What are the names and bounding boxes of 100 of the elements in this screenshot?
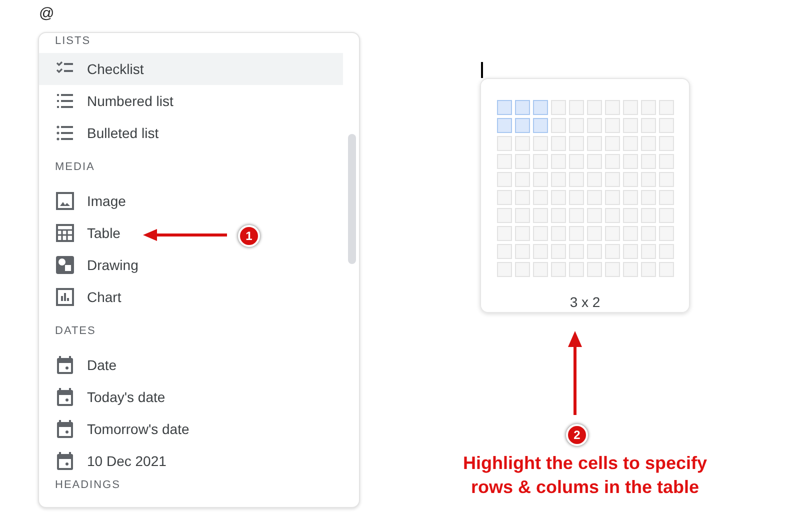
grid-cell[interactable] <box>622 100 638 115</box>
grid-cell[interactable] <box>514 100 530 115</box>
grid-cell[interactable] <box>586 100 602 115</box>
grid-cell[interactable] <box>622 136 638 151</box>
grid-cell[interactable] <box>604 136 620 151</box>
grid-cell[interactable] <box>604 100 620 115</box>
grid-cell[interactable] <box>658 154 674 169</box>
grid-cell[interactable] <box>658 226 674 241</box>
grid-cell[interactable] <box>658 244 674 259</box>
grid-cell[interactable] <box>640 136 656 151</box>
grid-cell[interactable] <box>604 208 620 223</box>
grid-cell[interactable] <box>514 154 530 169</box>
grid-cell[interactable] <box>532 262 548 277</box>
grid-cell[interactable] <box>586 262 602 277</box>
menu-item[interactable]: Image <box>39 185 142 217</box>
grid-cell[interactable] <box>658 208 674 223</box>
grid-cell[interactable] <box>550 226 566 241</box>
grid-cell[interactable] <box>622 244 638 259</box>
grid-cell[interactable] <box>604 118 620 133</box>
grid-cell[interactable] <box>640 244 656 259</box>
grid-cell[interactable] <box>496 118 512 133</box>
grid-cell[interactable] <box>568 136 584 151</box>
grid-cell[interactable] <box>622 118 638 133</box>
grid-cell[interactable] <box>568 118 584 133</box>
grid-cell[interactable] <box>496 226 512 241</box>
grid-cell[interactable] <box>532 244 548 259</box>
grid-cell[interactable] <box>568 208 584 223</box>
grid-cell[interactable] <box>532 136 548 151</box>
grid-cell[interactable] <box>496 100 512 115</box>
grid-cell[interactable] <box>640 100 656 115</box>
grid-cell[interactable] <box>568 172 584 187</box>
menu-item[interactable]: Tomorrow's date <box>39 413 206 445</box>
grid-cell[interactable] <box>496 136 512 151</box>
grid-cell[interactable] <box>568 100 584 115</box>
grid-cell[interactable] <box>550 262 566 277</box>
grid-cell[interactable] <box>550 208 566 223</box>
grid-cell[interactable] <box>604 244 620 259</box>
grid-cell[interactable] <box>604 172 620 187</box>
grid-cell[interactable] <box>622 208 638 223</box>
grid-cell[interactable] <box>514 208 530 223</box>
grid-cell[interactable] <box>550 244 566 259</box>
grid-cell[interactable] <box>622 226 638 241</box>
grid-cell[interactable] <box>622 262 638 277</box>
grid-cell[interactable] <box>550 118 566 133</box>
grid-cell[interactable] <box>496 262 512 277</box>
grid-cell[interactable] <box>586 172 602 187</box>
grid-cell[interactable] <box>640 190 656 205</box>
grid-cell[interactable] <box>532 172 548 187</box>
menu-item[interactable]: Bulleted list <box>39 117 175 149</box>
grid-cell[interactable] <box>586 190 602 205</box>
menu-item[interactable]: Table <box>39 217 136 249</box>
grid-cell[interactable] <box>496 244 512 259</box>
grid-cell[interactable] <box>568 154 584 169</box>
grid-cell[interactable] <box>658 118 674 133</box>
grid-cell[interactable] <box>532 208 548 223</box>
grid-cell[interactable] <box>604 190 620 205</box>
grid-cell[interactable] <box>640 172 656 187</box>
grid-cell[interactable] <box>658 262 674 277</box>
grid-cell[interactable] <box>586 118 602 133</box>
grid-cell[interactable] <box>496 154 512 169</box>
grid-cell[interactable] <box>604 262 620 277</box>
grid-cell[interactable] <box>514 244 530 259</box>
grid-cell[interactable] <box>586 154 602 169</box>
grid-cell[interactable] <box>550 172 566 187</box>
grid-cell[interactable] <box>532 190 548 205</box>
grid-cell[interactable] <box>586 244 602 259</box>
grid-cell[interactable] <box>640 154 656 169</box>
grid-cell[interactable] <box>514 136 530 151</box>
grid-cell[interactable] <box>550 100 566 115</box>
grid-cell[interactable] <box>658 136 674 151</box>
menu-item[interactable]: Checklist <box>39 53 343 85</box>
scrollbar-thumb[interactable] <box>348 134 356 264</box>
grid-cell[interactable] <box>568 262 584 277</box>
grid-cell[interactable] <box>550 136 566 151</box>
grid-cell[interactable] <box>568 244 584 259</box>
grid-cell[interactable] <box>568 226 584 241</box>
menu-item[interactable]: Today's date <box>39 381 182 413</box>
grid-cell[interactable] <box>532 154 548 169</box>
grid-cell[interactable] <box>658 172 674 187</box>
menu-item[interactable]: Date <box>39 349 133 381</box>
grid-cell[interactable] <box>532 226 548 241</box>
menu-item[interactable]: Numbered list <box>39 85 190 117</box>
menu-item[interactable]: 10 Dec 2021 <box>39 445 182 477</box>
grid-cell[interactable] <box>604 154 620 169</box>
grid-cell[interactable] <box>640 262 656 277</box>
grid-cell[interactable] <box>622 154 638 169</box>
grid-cell[interactable] <box>640 208 656 223</box>
grid-cell[interactable] <box>604 226 620 241</box>
grid-cell[interactable] <box>640 118 656 133</box>
grid-cell[interactable] <box>586 208 602 223</box>
menu-item[interactable]: Drawing <box>39 249 154 281</box>
grid-cell[interactable] <box>550 190 566 205</box>
grid-cell[interactable] <box>586 136 602 151</box>
grid-cell[interactable] <box>658 190 674 205</box>
grid-cell[interactable] <box>586 226 602 241</box>
grid-cell[interactable] <box>514 190 530 205</box>
grid-cell[interactable] <box>622 172 638 187</box>
menu-item[interactable]: Chart <box>39 281 138 313</box>
grid-cell[interactable] <box>568 190 584 205</box>
grid-cell[interactable] <box>496 208 512 223</box>
